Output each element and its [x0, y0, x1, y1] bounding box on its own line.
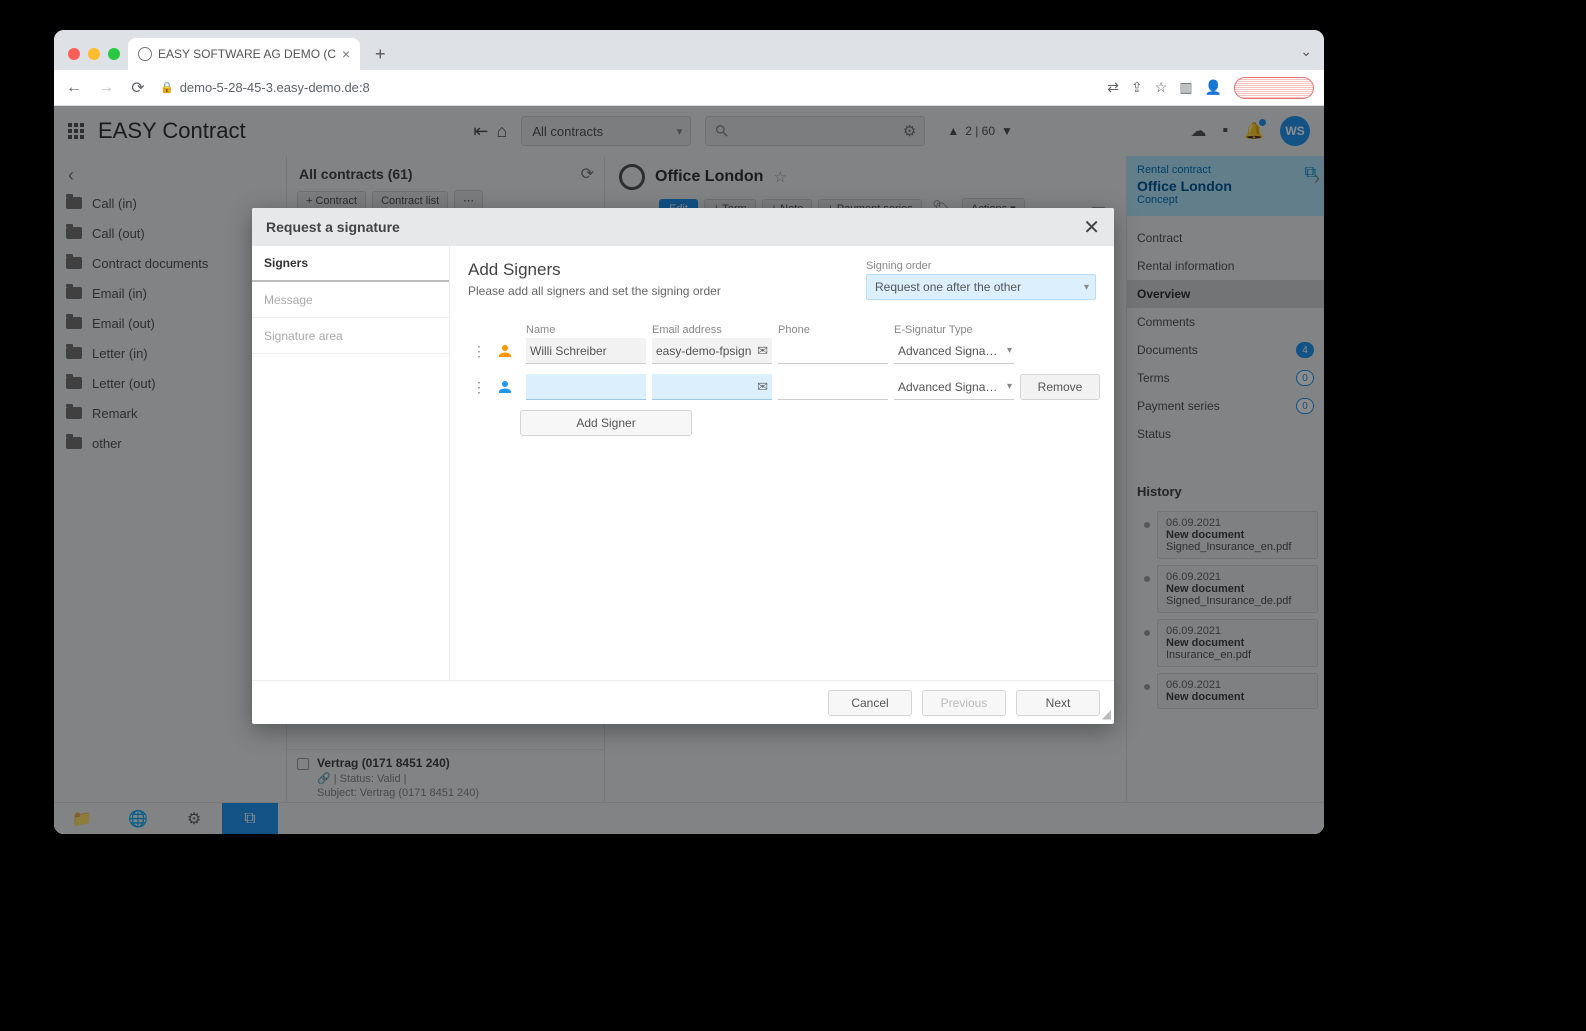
back-button[interactable]: ← — [64, 79, 84, 97]
browser-window: EASY SOFTWARE AG DEMO (C × + ⌄ ← → ⟳ 🔒 d… — [54, 30, 1324, 834]
close-tab-icon[interactable]: × — [342, 46, 350, 62]
modal-title: Request a signature — [266, 219, 400, 235]
col-name: Name — [526, 324, 646, 336]
section-subtitle: Please add all signers and set the signi… — [468, 284, 721, 298]
signing-order-label: Signing order — [866, 260, 1096, 272]
mail-icon: ✉ — [757, 379, 768, 395]
translate-icon[interactable]: ⇄ — [1107, 79, 1119, 96]
request-signature-modal: Request a signature ✕ Signers Message Si… — [252, 208, 1114, 724]
previous-button[interactable]: Previous — [922, 690, 1006, 716]
lock-icon: 🔒 — [160, 81, 174, 94]
step-message[interactable]: Message — [252, 282, 449, 318]
forward-button[interactable]: → — [96, 79, 116, 97]
panel-icon[interactable]: ▥ — [1179, 79, 1192, 96]
tabs-menu-icon[interactable]: ⌄ — [1300, 43, 1312, 60]
bookmark-icon[interactable]: ☆ — [1155, 79, 1168, 96]
add-signer-button[interactable]: Add Signer — [520, 410, 692, 436]
tab-title: EASY SOFTWARE AG DEMO (C — [158, 47, 336, 61]
modal-footer: Cancel Previous Next ◢ — [252, 680, 1114, 724]
browser-tab[interactable]: EASY SOFTWARE AG DEMO (C × — [128, 38, 360, 70]
modal-sidebar: Signers Message Signature area — [252, 246, 450, 680]
share-icon[interactable]: ⇪ — [1131, 79, 1143, 96]
step-signers[interactable]: Signers — [252, 246, 449, 282]
signing-order-select[interactable]: Request one after the other▾ — [866, 274, 1096, 300]
app-root: EASY Contract ⇤ ⌂ All contracts▾ ⚙ ▲ 2 |… — [54, 106, 1324, 834]
profile-icon[interactable]: 👤 — [1205, 79, 1222, 96]
col-phone: Phone — [778, 324, 888, 336]
signer-row: ⋮ ✉ Advanced Signa…▾ — [468, 338, 1096, 364]
browser-toolbar: ← → ⟳ 🔒 demo-5-28-45-3.easy-demo.de:8 ⇄ … — [54, 70, 1324, 106]
window-controls[interactable] — [62, 48, 128, 70]
signer-phone-input[interactable] — [778, 338, 888, 364]
signer-name-input[interactable] — [526, 374, 646, 400]
person-icon — [496, 342, 514, 360]
next-button[interactable]: Next — [1016, 690, 1100, 716]
profile-pill[interactable] — [1234, 77, 1314, 99]
signature-type-select[interactable]: Advanced Signa…▾ — [894, 374, 1014, 400]
drag-handle-icon[interactable]: ⋮ — [468, 343, 490, 360]
drag-handle-icon[interactable]: ⋮ — [468, 379, 490, 396]
signer-name-input[interactable] — [526, 338, 646, 364]
modal-main: Add Signers Please add all signers and s… — [450, 246, 1114, 680]
signature-type-select[interactable]: Advanced Signa…▾ — [894, 338, 1014, 364]
col-email: Email address — [652, 324, 772, 336]
remove-signer-button[interactable]: Remove — [1020, 374, 1100, 400]
cancel-button[interactable]: Cancel — [828, 690, 912, 716]
browser-tabbar: EASY SOFTWARE AG DEMO (C × + ⌄ — [54, 30, 1324, 70]
col-type: E-Signatur Type — [894, 324, 1014, 336]
person-icon — [496, 378, 514, 396]
signer-email-input[interactable] — [652, 338, 772, 364]
mail-icon: ✉ — [757, 343, 768, 359]
reload-button[interactable]: ⟳ — [128, 78, 148, 98]
signer-row: ⋮ ✉ Advanced Signa…▾ Remove — [468, 374, 1096, 400]
url-text: demo-5-28-45-3.easy-demo.de:8 — [180, 80, 370, 95]
address-bar[interactable]: 🔒 demo-5-28-45-3.easy-demo.de:8 — [160, 80, 1095, 95]
resize-grip-icon[interactable]: ◢ — [1102, 707, 1111, 721]
section-heading: Add Signers — [468, 260, 721, 280]
globe-icon — [138, 47, 152, 61]
modal-close-icon[interactable]: ✕ — [1083, 215, 1100, 240]
step-signature-area[interactable]: Signature area — [252, 318, 449, 354]
signer-email-input[interactable] — [652, 374, 772, 400]
modal-header: Request a signature ✕ — [252, 208, 1114, 246]
signer-phone-input[interactable] — [778, 374, 888, 400]
new-tab-button[interactable]: + — [366, 40, 394, 68]
